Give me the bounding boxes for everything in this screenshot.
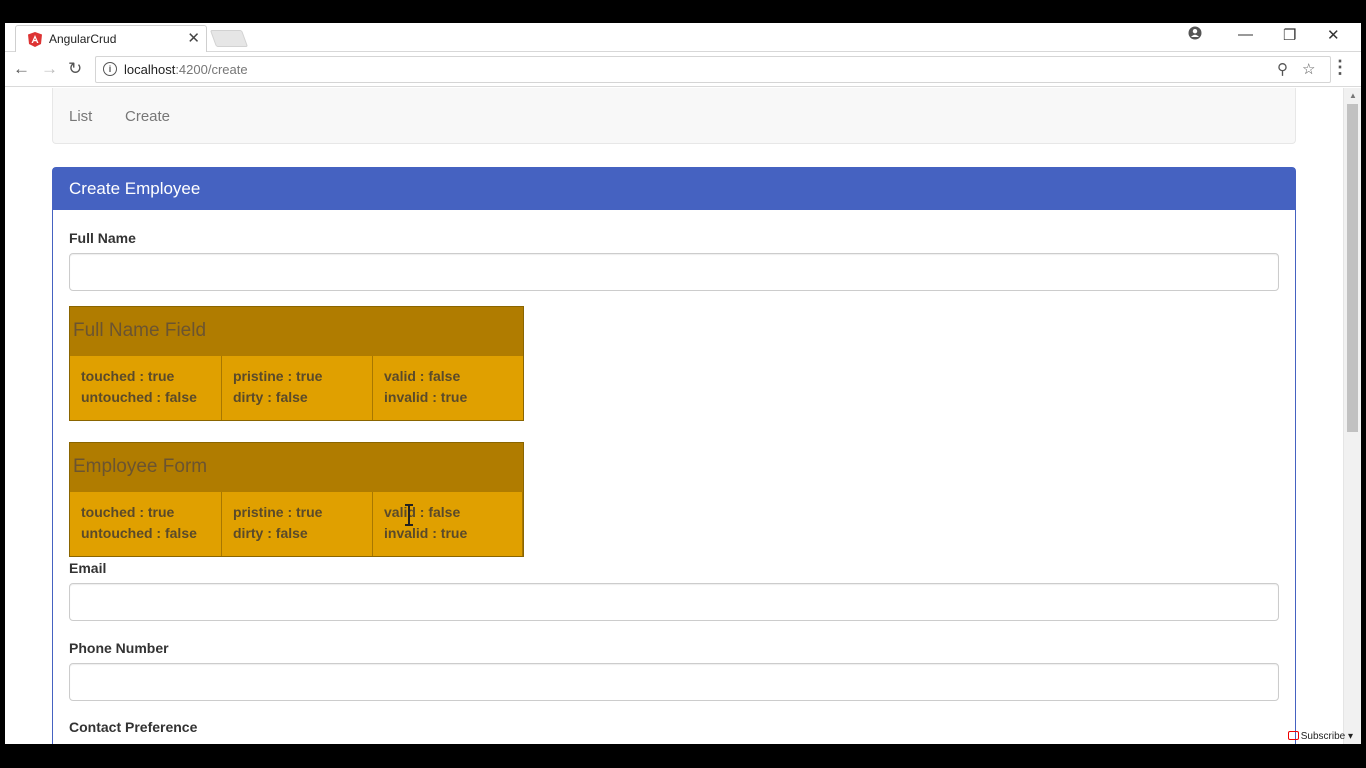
url-path: :4200/create (175, 62, 248, 77)
full-name-input[interactable] (69, 253, 1279, 291)
url-host: localhost (124, 62, 176, 77)
nav-link-create[interactable]: Create (125, 108, 170, 125)
tab-title: AngularCrud (49, 32, 117, 46)
pristine-cell: pristine : true dirty : false (222, 356, 373, 420)
status-line: dirty : false (233, 525, 308, 541)
status-box-title: Employee Form (73, 456, 208, 477)
status-box-title: Full Name Field (73, 320, 207, 341)
close-icon[interactable]: ✕ (187, 29, 200, 47)
email-input[interactable] (69, 583, 1279, 621)
phone-number-input[interactable] (69, 663, 1279, 701)
forward-icon[interactable]: → (41, 59, 58, 79)
status-line: dirty : false (233, 389, 308, 405)
browser-tab[interactable]: AngularCrud ✕ (15, 25, 207, 52)
url-text: localhost:4200/create (124, 62, 248, 77)
status-line: touched : true (81, 368, 175, 384)
restore-icon[interactable]: ❐ (1283, 26, 1296, 44)
window-close-icon[interactable]: ✕ (1327, 26, 1340, 44)
screen-frame: AngularCrud ✕ — ❐ ✕ ← → ↻ i localhost:42… (0, 0, 1366, 768)
scrollbar-thumb[interactable] (1347, 104, 1358, 432)
back-icon[interactable]: ← (13, 59, 30, 79)
menu-icon[interactable]: ⋮ (1331, 57, 1349, 78)
page-scrollbar[interactable]: ▲ (1343, 88, 1361, 744)
tab-strip: AngularCrud ✕ — ❐ ✕ (5, 23, 1361, 52)
browser-toolbar: ← → ↻ i localhost:4200/create ⚲ ☆ ⋮ (5, 53, 1361, 87)
minimize-icon[interactable]: — (1238, 26, 1253, 43)
pristine-cell: pristine : true dirty : false (222, 492, 373, 556)
contact-preference-label: Contact Preference (69, 719, 198, 735)
angular-icon (28, 32, 42, 47)
valid-cell: valid : false invalid : true (373, 492, 523, 556)
status-line: untouched : false (81, 525, 197, 541)
phone-number-label: Phone Number (69, 640, 169, 656)
status-line: touched : true (81, 504, 175, 520)
create-employee-panel: Create Employee Full Name Full Name Fiel… (52, 167, 1296, 744)
scroll-up-icon[interactable]: ▲ (1349, 91, 1357, 100)
status-line: pristine : true (233, 504, 323, 520)
address-bar[interactable]: i localhost:4200/create ⚲ ☆ (95, 56, 1331, 83)
star-icon[interactable]: ☆ (1302, 60, 1315, 78)
profile-icon[interactable] (1188, 26, 1202, 44)
browser-window: AngularCrud ✕ — ❐ ✕ ← → ↻ i localhost:42… (5, 23, 1361, 744)
touched-cell: touched : true untouched : false (70, 356, 222, 420)
info-icon[interactable]: i (103, 62, 117, 76)
subscribe-watermark[interactable]: Subscribe ▾ (1287, 731, 1353, 742)
panel-header: Create Employee (53, 168, 1295, 210)
full-name-label: Full Name (69, 230, 136, 246)
email-label: Email (69, 560, 107, 576)
top-navbar: List Create (52, 88, 1296, 144)
status-box-header: Full Name Field (70, 307, 523, 356)
reload-icon[interactable]: ↻ (68, 59, 82, 79)
youtube-icon (1287, 731, 1299, 740)
status-line: invalid : true (384, 389, 468, 405)
employee-form-status-box: Employee Form touched : true untouched :… (69, 442, 524, 557)
valid-cell: valid : false invalid : true (373, 356, 523, 420)
subscribe-label: Subscribe (1300, 731, 1346, 742)
status-line: pristine : true (233, 368, 323, 384)
zoom-icon[interactable]: ⚲ (1277, 60, 1288, 78)
page-content: List Create Create Employee Full Name Fu… (5, 88, 1343, 744)
status-box-header: Employee Form (70, 443, 523, 492)
nav-link-list[interactable]: List (69, 108, 92, 125)
text-cursor-icon (405, 504, 413, 526)
status-line: invalid : true (384, 525, 468, 541)
new-tab-button[interactable] (209, 30, 249, 47)
full-name-status-box: Full Name Field touched : true untouched… (69, 306, 524, 421)
panel-title: Create Employee (69, 179, 201, 198)
touched-cell: touched : true untouched : false (70, 492, 222, 556)
status-line: valid : false (384, 368, 461, 384)
status-line: untouched : false (81, 389, 197, 405)
status-line: valid : false (384, 504, 461, 520)
